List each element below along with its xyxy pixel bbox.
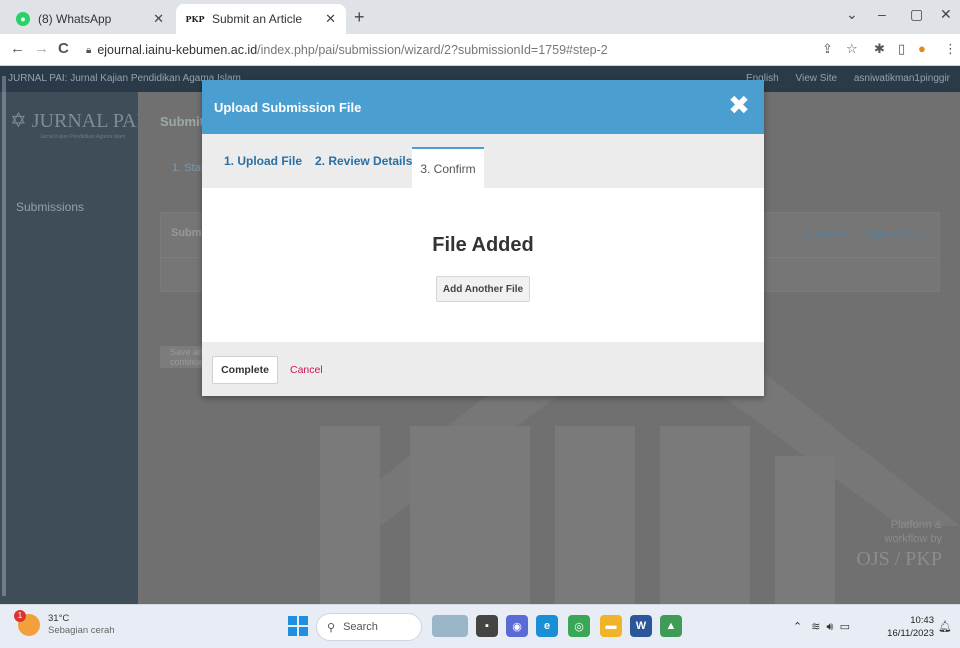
forward-button[interactable]: → bbox=[34, 40, 49, 57]
minimize-button[interactable]: – bbox=[878, 6, 886, 22]
extensions-icon[interactable]: ✱ bbox=[874, 41, 885, 57]
tab-search-dropdown-icon[interactable]: ⌄ bbox=[846, 6, 858, 23]
taskbar-search[interactable]: ⚲ Search bbox=[316, 613, 422, 641]
windows-start-icon[interactable] bbox=[288, 616, 308, 636]
logo-text: JURNAL PAI bbox=[31, 110, 144, 132]
panel-upload-link[interactable]: Upload File bbox=[865, 228, 921, 240]
ojs-line-3: OJS / PKP bbox=[856, 548, 942, 570]
url-field[interactable]: 🔒︎ ejournal.iainu-kebumen.ac.id/index.ph… bbox=[86, 38, 786, 62]
profile-avatar-icon[interactable]: ● bbox=[918, 41, 926, 56]
file-added-heading: File Added bbox=[432, 234, 534, 256]
taskbar-search-label: Search bbox=[343, 621, 378, 633]
close-window-button[interactable]: ✕ bbox=[940, 6, 952, 23]
chrome-browser-icon[interactable]: ◎ bbox=[568, 615, 590, 637]
weather-widget[interactable]: 1 31°C Sebagian cerah bbox=[14, 610, 115, 637]
file-explorer-icon[interactable]: ▬ bbox=[600, 615, 622, 637]
tab-upload-file[interactable]: 1. Upload File bbox=[224, 154, 302, 168]
tab-submit-article[interactable]: PKP Submit an Article ✕ bbox=[176, 4, 346, 34]
ojs-line-1: Platform & bbox=[890, 519, 942, 531]
tab-confirm[interactable]: 3. Confirm bbox=[412, 147, 484, 188]
widgets-app-icon[interactable] bbox=[432, 615, 468, 637]
tab-review-details[interactable]: 2. Review Details bbox=[315, 154, 412, 168]
close-icon[interactable]: ✖ bbox=[726, 92, 752, 118]
sidebar-item-submissions[interactable]: Submissions bbox=[16, 200, 84, 214]
browser-menu-icon[interactable]: ⋮ bbox=[944, 41, 957, 57]
reload-button[interactable]: C bbox=[58, 40, 69, 57]
tab-close-icon[interactable]: ✕ bbox=[325, 11, 336, 27]
clock-date: 16/11/2023 bbox=[887, 628, 934, 639]
notification-bell-icon[interactable]: 🔔︎ bbox=[938, 620, 952, 633]
weather-sun-icon: 1 bbox=[14, 610, 40, 636]
system-tray[interactable]: ⌃ ≋ 🔊︎ ▭ bbox=[793, 620, 850, 634]
sidebar: ✡ JURNAL PAI Jurnal Kajian Pendidikan Ag… bbox=[0, 92, 143, 604]
add-another-file-button[interactable]: Add Another File bbox=[436, 276, 530, 302]
whatsapp-icon: ● bbox=[16, 12, 30, 26]
url-host: ejournal.iainu-kebumen.ac.id bbox=[97, 43, 258, 57]
word-app-icon[interactable]: W bbox=[630, 615, 652, 637]
temperature: 31°C bbox=[48, 613, 70, 624]
ojs-line-2: workflow by bbox=[884, 533, 942, 545]
new-tab-button[interactable]: + bbox=[354, 7, 365, 28]
cancel-link[interactable]: Cancel bbox=[290, 364, 323, 376]
tab-whatsapp[interactable]: ● (8) WhatsApp ✕ bbox=[6, 4, 174, 34]
tab-title: Submit an Article bbox=[212, 12, 303, 26]
url-path: /index.php/pai/submission/wizard/2?submi… bbox=[257, 43, 608, 57]
complete-button[interactable]: Complete bbox=[212, 356, 278, 384]
modal-title: Upload Submission File bbox=[214, 100, 362, 115]
logo-subtitle: Jurnal Kajian Pendidikan Agama Islam bbox=[40, 134, 126, 140]
tab-close-icon[interactable]: ✕ bbox=[153, 11, 164, 27]
user-nav: English View Site asniwatikman1pinggir bbox=[732, 73, 950, 84]
lock-icon: 🔒︎ bbox=[86, 44, 92, 56]
photos-app-icon[interactable]: ▲ bbox=[660, 615, 682, 637]
address-bar-row: ← → C 🔒︎ ejournal.iainu-kebumen.ac.id/in… bbox=[0, 34, 960, 66]
weather-condition: Sebagian cerah bbox=[48, 625, 115, 636]
share-icon[interactable]: ⇪ bbox=[822, 41, 833, 57]
weather-badge: 1 bbox=[14, 610, 26, 622]
restore-button[interactable]: ▢ bbox=[910, 6, 923, 23]
modal-body: File Added Add Another File bbox=[202, 188, 764, 342]
bookmark-star-icon[interactable]: ☆ bbox=[846, 41, 858, 57]
clock[interactable]: 10:43 16/11/2023 bbox=[887, 614, 934, 640]
journal-logo: ✡ JURNAL PAI bbox=[10, 108, 143, 133]
modal-tabs: 1. Upload File 2. Review Details 3. Conf… bbox=[202, 134, 764, 188]
edge-browser-icon[interactable]: e bbox=[536, 615, 558, 637]
modal-footer: Complete Cancel bbox=[202, 342, 764, 396]
task-view-icon[interactable]: ▪ bbox=[476, 615, 498, 637]
modal-header: Upload Submission File ✖ bbox=[202, 80, 764, 134]
ojs-pkp-mark: Platform & workflow by OJS / PKP bbox=[856, 518, 942, 572]
sidepanel-icon[interactable]: ▯ bbox=[898, 41, 905, 57]
side-watermark bbox=[2, 76, 6, 596]
browser-tab-strip: ● (8) WhatsApp ✕ PKP Submit an Article ✕… bbox=[0, 0, 960, 34]
tab-title: (8) WhatsApp bbox=[38, 12, 112, 26]
view-site-link[interactable]: View Site bbox=[796, 73, 838, 84]
back-button[interactable]: ← bbox=[10, 40, 25, 57]
chat-app-icon[interactable]: ◉ bbox=[506, 615, 528, 637]
clock-time: 10:43 bbox=[910, 615, 934, 626]
panel-search-link[interactable]: Q Search bbox=[803, 228, 849, 240]
user-menu-link[interactable]: asniwatikman1pinggir bbox=[854, 73, 950, 84]
taskbar: 1 31°C Sebagian cerah ⚲ Search ▪ ◉ e ◎ ▬… bbox=[0, 604, 960, 648]
pkp-favicon: PKP bbox=[185, 14, 205, 24]
upload-file-modal: Upload Submission File ✖ 1. Upload File … bbox=[202, 80, 764, 396]
search-icon: ⚲ bbox=[327, 621, 336, 634]
